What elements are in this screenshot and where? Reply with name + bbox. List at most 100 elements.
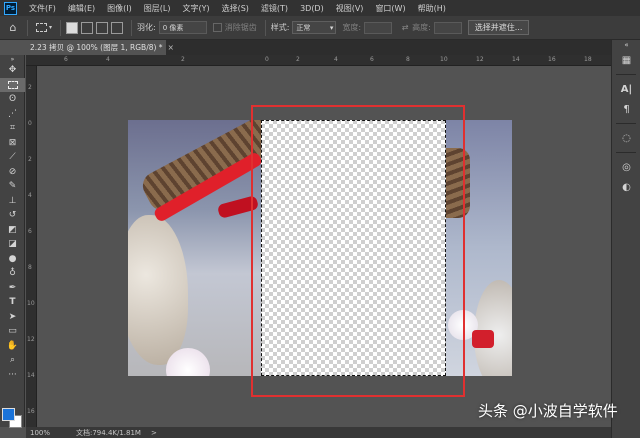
panel-collapse-icon[interactable]: » — [0, 55, 25, 63]
move-tool-icon[interactable]: ✥ — [0, 63, 25, 78]
options-bar: ⌂ ▾ 羽化: 0 像素 消除锯齿 样式: 正常 ▾ 宽度: ⇄ 高度: 选择并… — [0, 16, 640, 40]
close-icon[interactable]: × — [168, 43, 174, 52]
menu-select[interactable]: 选择(S) — [216, 3, 255, 14]
select-and-mask-button[interactable]: 选择并遮住... — [467, 20, 530, 35]
menu-view[interactable]: 视图(V) — [330, 3, 370, 14]
ruler-left-label: 0 — [28, 120, 32, 127]
feather-label: 羽化: — [137, 23, 156, 32]
lasso-tool-icon[interactable]: ʘ — [0, 92, 25, 107]
divider — [616, 74, 636, 75]
ruler-left-label: 2 — [28, 156, 32, 163]
menu-layer[interactable]: 图层(L) — [138, 3, 177, 14]
ruler-top-label: 12 — [476, 56, 484, 63]
divider — [27, 19, 28, 36]
frame-tool-icon[interactable]: ⊠ — [0, 136, 25, 151]
photo-red-ribbon — [472, 330, 494, 348]
ruler-left-label: 10 — [27, 300, 35, 307]
zoom-level[interactable]: 100% — [30, 429, 70, 437]
divider — [616, 152, 636, 153]
history-brush-tool-icon[interactable]: ↺ — [0, 208, 25, 223]
quick-select-tool-icon[interactable]: ⋰ — [0, 107, 25, 122]
antialias-label: 消除锯齿 — [224, 23, 257, 32]
style-select[interactable]: 正常 ▾ — [292, 21, 337, 34]
dodge-tool-icon[interactable]: ♁ — [0, 266, 25, 281]
menu-edit[interactable]: 编辑(E) — [62, 3, 101, 14]
ruler-top-label: 18 — [584, 56, 592, 63]
hand-tool-icon[interactable]: ✋ — [0, 339, 25, 354]
divider — [616, 123, 636, 124]
ruler-top-label: 2 — [181, 56, 185, 63]
paint-bucket-tool-icon[interactable]: ◪ — [0, 237, 25, 252]
annotation-highlight-box — [251, 105, 465, 397]
menu-help[interactable]: 帮助(H) — [412, 3, 452, 14]
eraser-tool-icon[interactable]: ◩ — [0, 223, 25, 238]
home-icon[interactable]: ⌂ — [4, 21, 22, 34]
menu-file[interactable]: 文件(F) — [23, 3, 62, 14]
pen-tool-icon[interactable]: ✒ — [0, 281, 25, 296]
status-menu-arrow[interactable]: > — [151, 429, 157, 437]
ruler-top-label: 6 — [64, 56, 68, 63]
menu-filter[interactable]: 滤镜(T) — [255, 3, 294, 14]
ruler-left: 2 0 2 4 6 8 10 12 14 16 — [26, 66, 37, 427]
more-tools-icon[interactable]: ··· — [0, 368, 25, 383]
history-panel-icon[interactable]: ▦ — [612, 50, 640, 70]
style-label: 样式: — [270, 23, 290, 32]
document-tab[interactable]: 2.23 拷贝 @ 100% (图层 1, RGB/8) * × — [26, 40, 174, 55]
menu-type[interactable]: 文字(Y) — [176, 3, 215, 14]
ruler-top-label: 6 — [370, 56, 374, 63]
photo-left-part — [128, 120, 299, 376]
menu-bar: Ps 文件(F) 编辑(E) 图像(I) 图层(L) 文字(Y) 选择(S) 滤… — [0, 0, 640, 16]
divider — [60, 19, 61, 36]
style-value: 正常 — [296, 23, 311, 32]
crop-tool-icon[interactable]: ⌗ — [0, 121, 25, 136]
clone-stamp-tool-icon[interactable]: ⊥ — [0, 194, 25, 209]
rect-marquee-tool-icon[interactable] — [0, 77, 25, 92]
ruler-left-label: 12 — [27, 336, 35, 343]
new-selection-icon[interactable] — [66, 21, 78, 34]
tools-panel: » ✥ ʘ ⋰ ⌗ ⊠ ⟋ ⊘ ✎ ⊥ ↺ ◩ ◪ ● ♁ ✒ T ➤ ▭ ✋ … — [0, 55, 25, 427]
height-label: 高度: — [412, 23, 431, 32]
path-selection-tool-icon[interactable]: ➤ — [0, 310, 25, 325]
subtract-selection-icon[interactable] — [96, 21, 108, 34]
ruler-left-label: 8 — [28, 264, 32, 271]
divider — [264, 19, 266, 36]
zoom-tool-icon[interactable]: ⌕ — [0, 353, 25, 368]
photo-fur — [128, 215, 188, 365]
swap-dimensions-icon[interactable]: ⇄ — [398, 23, 412, 32]
watermark: 头条 @小波自学软件 — [478, 402, 618, 420]
menu-image[interactable]: 图像(I) — [101, 3, 138, 14]
character-panel-icon[interactable]: A| — [612, 79, 640, 99]
ruler-left-label: 4 — [28, 192, 32, 199]
panel-collapse-icon[interactable]: « — [612, 40, 640, 50]
blur-tool-icon[interactable]: ● — [0, 252, 25, 267]
healing-brush-tool-icon[interactable]: ⊘ — [0, 165, 25, 180]
width-input[interactable] — [364, 21, 393, 34]
rect-marquee-preset-icon[interactable]: ▾ — [33, 23, 55, 32]
color-swatches — [2, 408, 24, 430]
right-panel-dock: « ▦ A| ¶ ◌ ◎ ◐ — [611, 40, 640, 438]
learn-panel-icon[interactable]: ◌ — [612, 128, 640, 148]
adjustments-panel-icon[interactable]: ◐ — [612, 177, 640, 197]
foreground-color-swatch[interactable] — [2, 408, 15, 421]
brush-tool-icon[interactable]: ✎ — [0, 179, 25, 194]
paragraph-panel-icon[interactable]: ¶ — [612, 99, 640, 119]
antialias-checkbox[interactable] — [212, 23, 222, 32]
add-selection-icon[interactable] — [81, 21, 93, 34]
height-input[interactable] — [433, 21, 462, 34]
ruler-top: 6 4 2 0 2 4 6 8 10 12 14 16 18 — [26, 55, 611, 66]
photoshop-logo-icon[interactable]: Ps — [4, 1, 17, 15]
ruler-top-label: 0 — [265, 56, 269, 63]
feather-input[interactable]: 0 像素 — [158, 21, 207, 34]
menu-window[interactable]: 窗口(W) — [369, 3, 411, 14]
document-tab-title: 2.23 拷贝 @ 100% (图层 1, RGB/8) * — [30, 43, 163, 52]
ruler-top-label: 16 — [548, 56, 556, 63]
ruler-left-label: 16 — [27, 408, 35, 415]
ruler-top-label: 10 — [440, 56, 448, 63]
eyedropper-tool-icon[interactable]: ⟋ — [0, 150, 25, 165]
channels-panel-icon[interactable]: ◎ — [612, 157, 640, 177]
menu-3d[interactable]: 3D(D) — [294, 4, 330, 13]
type-tool-icon[interactable]: T — [0, 295, 25, 310]
intersect-selection-icon[interactable] — [111, 21, 123, 34]
ruler-top-label: 4 — [106, 56, 110, 63]
rectangle-tool-icon[interactable]: ▭ — [0, 324, 25, 339]
